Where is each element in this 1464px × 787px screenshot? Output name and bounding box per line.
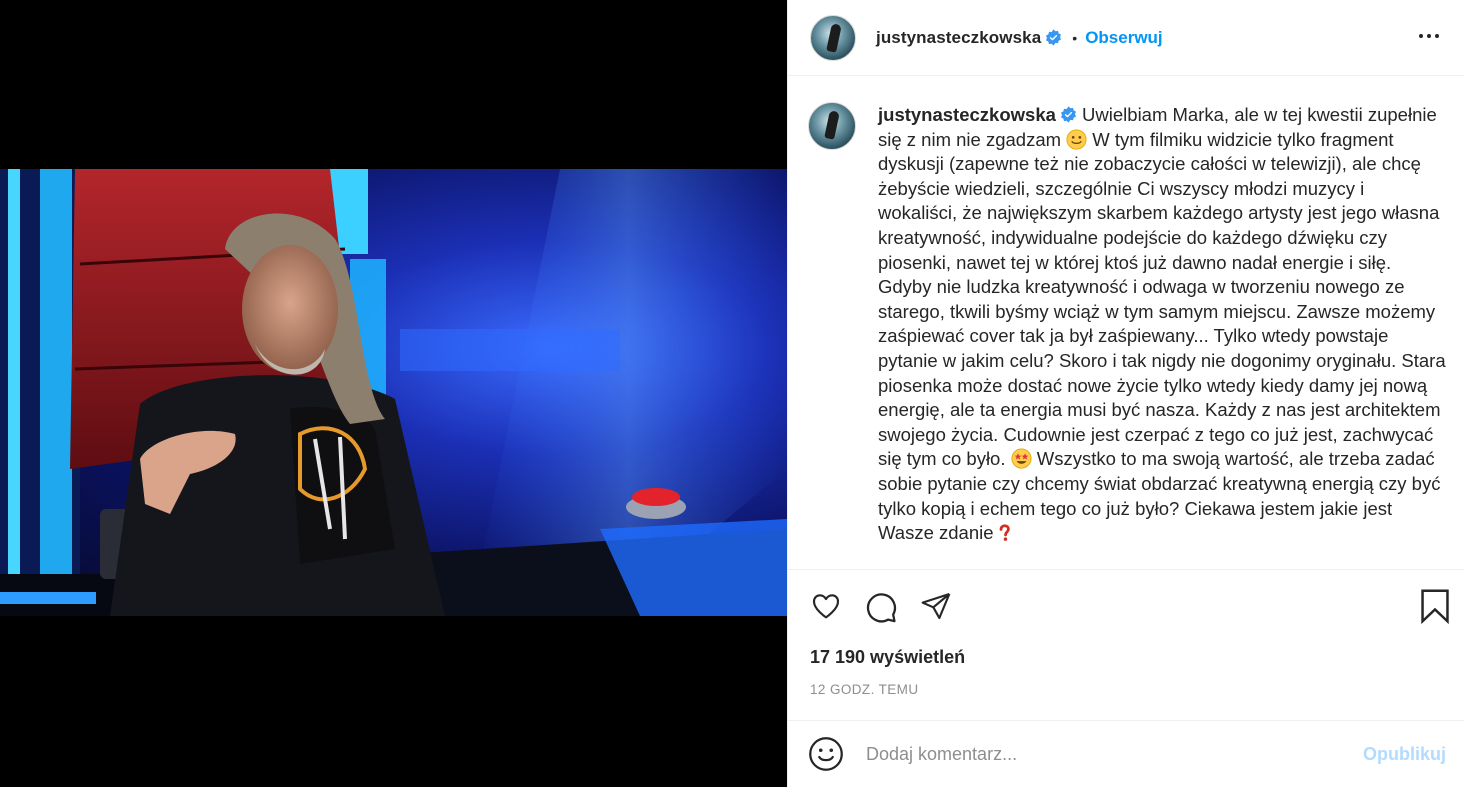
video-still-image bbox=[0, 169, 787, 616]
caption-avatar[interactable] bbox=[808, 102, 856, 150]
star-struck-face-icon bbox=[1011, 448, 1032, 469]
comment-input[interactable] bbox=[866, 743, 1363, 765]
views-count[interactable]: 17 190 wyświetleń bbox=[810, 647, 965, 668]
avatar[interactable] bbox=[810, 14, 856, 61]
post-side-panel: justynasteczkowska • Obserwuj justynaste… bbox=[787, 0, 1464, 787]
comment-bar: Opublikuj bbox=[788, 720, 1464, 787]
publish-button[interactable]: Opublikuj bbox=[1363, 744, 1446, 765]
separator-dot: • bbox=[1072, 29, 1078, 46]
verified-badge-icon bbox=[1046, 29, 1062, 46]
action-bar bbox=[788, 571, 1464, 643]
username-link[interactable]: justynasteczkowska bbox=[876, 28, 1041, 48]
post-caption: justynasteczkowska Uwielbiam Marka, ale … bbox=[878, 103, 1448, 569]
red-question-mark-icon bbox=[999, 524, 1010, 541]
bookmark-icon[interactable] bbox=[1419, 588, 1451, 624]
post-timestamp[interactable]: 12 GODZ. TEMU bbox=[810, 682, 918, 697]
more-options-icon[interactable] bbox=[1416, 24, 1442, 48]
send-icon[interactable] bbox=[919, 590, 953, 622]
caption-username-link[interactable]: justynasteczkowska bbox=[878, 104, 1056, 125]
slightly-smiling-face-icon bbox=[1066, 129, 1087, 150]
post-header: justynasteczkowska • Obserwuj bbox=[788, 0, 1464, 76]
post-media[interactable] bbox=[0, 0, 787, 787]
caption-text-2: W tym filmiku widzicie tylko fragment dy… bbox=[878, 128, 1446, 470]
heart-icon[interactable] bbox=[809, 590, 843, 622]
comment-icon[interactable] bbox=[864, 590, 898, 624]
emoji-icon[interactable] bbox=[808, 736, 844, 772]
caption-section: justynasteczkowska Uwielbiam Marka, ale … bbox=[788, 76, 1464, 570]
video-player[interactable] bbox=[0, 169, 787, 616]
follow-button[interactable]: Obserwuj bbox=[1085, 28, 1162, 48]
verified-badge-icon bbox=[1060, 106, 1076, 123]
